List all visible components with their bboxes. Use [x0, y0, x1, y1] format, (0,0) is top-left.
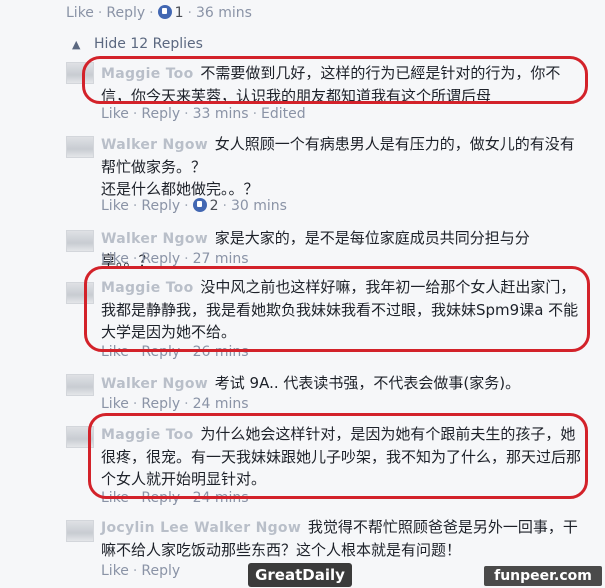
separator-dot: ·: [97, 5, 103, 21]
reply-comment: Maggie Too 为什么她会这样针对，是因为她有个跟前夫生的孩子，她很疼，很…: [101, 423, 581, 490]
reply-comment: Maggie Too 不需要做到几好，这样的行为已經是针对的行为，你不信，你今天…: [101, 62, 581, 107]
separator-dot: ·: [184, 106, 189, 122]
comment-author[interactable]: Maggie Too: [101, 66, 194, 82]
separator-dot: ·: [184, 490, 189, 506]
comment-timestamp[interactable]: 30 mins: [231, 198, 287, 214]
avatar[interactable]: [66, 374, 94, 396]
like-link[interactable]: Like: [101, 198, 129, 214]
hide-replies-label: Hide 12 Replies: [94, 36, 203, 52]
reaction-count[interactable]: 1: [175, 5, 184, 21]
comment-timestamp[interactable]: 36 mins: [196, 5, 252, 21]
avatar[interactable]: [66, 136, 94, 158]
separator-dot: ·: [222, 198, 227, 214]
reply-link[interactable]: Reply: [141, 106, 180, 122]
comment-timestamp[interactable]: 27 mins: [193, 251, 249, 267]
separator-dot: ·: [132, 251, 138, 267]
separator-dot: ·: [132, 396, 138, 412]
comment-author[interactable]: Walker Ngow: [101, 376, 208, 392]
like-link[interactable]: Like: [101, 251, 129, 267]
comment-timestamp[interactable]: 24 mins: [193, 490, 249, 506]
reply-link[interactable]: Reply: [141, 344, 180, 360]
comment-text-line2: 还是什么都她做完。。？: [101, 180, 259, 198]
avatar[interactable]: [66, 282, 94, 304]
like-reaction-icon[interactable]: [157, 5, 172, 19]
comment-actions: Like · Reply · 2 · 30 mins: [101, 198, 287, 214]
like-link[interactable]: Like: [101, 490, 129, 506]
separator-dot: ·: [132, 490, 138, 506]
separator-dot: ·: [184, 396, 189, 412]
comment-timestamp[interactable]: 24 mins: [193, 396, 249, 412]
reply-link[interactable]: Reply: [106, 5, 145, 21]
like-link[interactable]: Like: [66, 5, 94, 21]
comment-timestamp[interactable]: 33 mins: [193, 106, 249, 122]
reaction-count[interactable]: 2: [210, 198, 219, 214]
comment-timestamp[interactable]: 26 mins: [193, 344, 249, 360]
comment-actions: Like · Reply · 27 mins: [101, 251, 249, 267]
like-link[interactable]: Like: [101, 344, 129, 360]
separator-dot: ·: [252, 106, 258, 122]
reply-comment: Maggie Too 没中风之前也这样好嘛，我年初一给那个女人赶出家门，我都是静…: [101, 276, 581, 343]
like-reaction-icon[interactable]: [192, 198, 207, 212]
comment-actions: Like · Reply: [101, 563, 180, 579]
comment-author[interactable]: Jocylin Lee Walker Ngow: [101, 520, 301, 536]
comment-author[interactable]: Maggie Too: [101, 280, 194, 296]
top-comment-actions: Like · Reply · 1 · 36 mins: [66, 5, 252, 21]
comment-actions: Like · Reply · 24 mins: [101, 396, 249, 412]
separator-dot: ·: [184, 251, 189, 267]
comment-text: 考试 9A.. 代表读书强，不代表会做事(家务)。: [214, 374, 521, 392]
separator-dot: ·: [184, 344, 189, 360]
reply-link[interactable]: Reply: [141, 490, 180, 506]
separator-dot: ·: [149, 5, 154, 21]
comment-actions: Like · Reply · 33 mins · Edited: [101, 106, 306, 122]
watermark-logo: funpeer.com: [484, 566, 602, 586]
reply-comment: Walker Ngow 考试 9A.. 代表读书强，不代表会做事(家务)。: [101, 372, 581, 395]
reply-link[interactable]: Reply: [141, 198, 180, 214]
separator-dot: ·: [187, 5, 192, 21]
edited-label[interactable]: Edited: [261, 106, 306, 122]
like-link[interactable]: Like: [101, 563, 129, 579]
avatar[interactable]: [66, 230, 94, 252]
hide-replies-toggle[interactable]: ▲ Hide 12 Replies: [72, 36, 203, 52]
separator-dot: ·: [132, 198, 138, 214]
like-link[interactable]: Like: [101, 106, 129, 122]
comment-actions: Like · Reply · 24 mins: [101, 490, 249, 506]
comment-actions: Like · Reply · 26 mins: [101, 344, 249, 360]
avatar[interactable]: [66, 520, 94, 542]
comment-author[interactable]: Walker Ngow: [101, 137, 208, 153]
comment-author[interactable]: Maggie Too: [101, 427, 194, 443]
reply-comment: Jocylin Lee Walker Ngow 我觉得不帮忙照顾爸爸是另外一回事…: [101, 516, 581, 561]
separator-dot: ·: [132, 563, 138, 579]
watermark-logo: GreatDaily: [248, 563, 352, 587]
comment-author[interactable]: Walker Ngow: [101, 231, 208, 247]
reply-comment: Walker Ngow 女人照顾一个有病患男人是有压力的，做女儿的有没有帮忙做家…: [101, 133, 581, 200]
separator-dot: ·: [132, 344, 138, 360]
separator-dot: ·: [132, 106, 138, 122]
chevron-up-icon: ▲: [72, 38, 81, 51]
reply-link[interactable]: Reply: [141, 251, 180, 267]
avatar[interactable]: [66, 426, 94, 448]
like-link[interactable]: Like: [101, 396, 129, 412]
reply-link[interactable]: Reply: [141, 396, 180, 412]
separator-dot: ·: [184, 198, 189, 214]
reply-link[interactable]: Reply: [141, 563, 180, 579]
avatar[interactable]: [66, 62, 94, 84]
